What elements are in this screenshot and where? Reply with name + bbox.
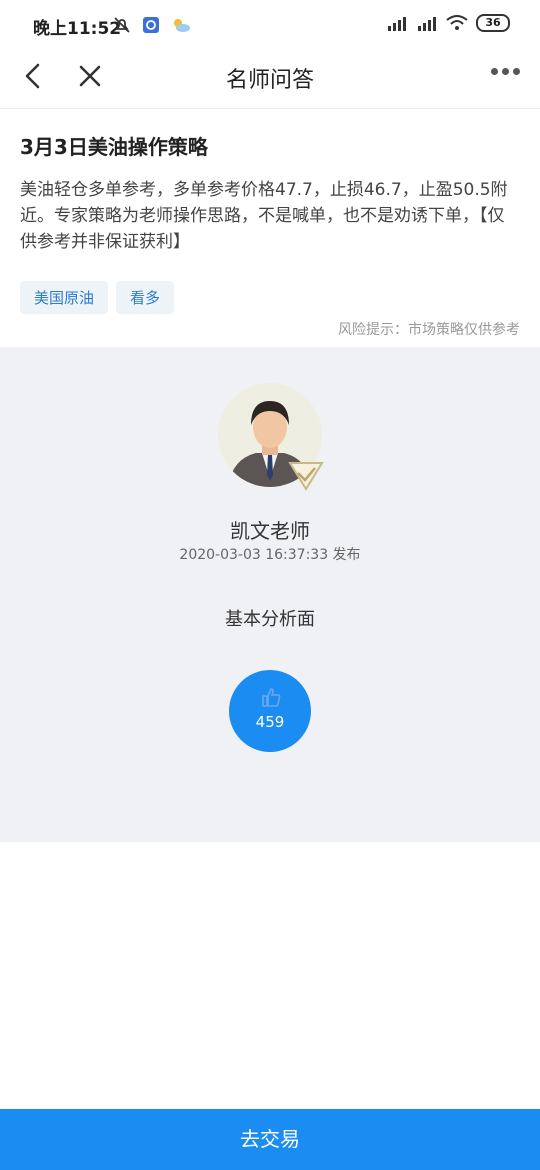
analysis-section-label: 基本分析面	[225, 609, 315, 630]
weather-icon	[174, 19, 190, 32]
tag-bullish[interactable]: 看多	[116, 281, 175, 314]
go-trade-button[interactable]: 去交易	[0, 1109, 540, 1170]
page-title: 名师问答	[225, 68, 314, 93]
thumbs-up-icon	[262, 688, 281, 707]
app-notification-icon	[143, 17, 159, 33]
strategy-card: 3月3日美油操作策略 美油轻仓多单参考，多单参考价格47.7，止损46.7，止盈…	[0, 109, 540, 347]
risk-notice: 风险提示：市场策略仅供参考	[338, 322, 520, 338]
tag-crude-oil[interactable]: 美国原油	[20, 281, 109, 314]
teacher-panel: 凯文老师 2020-03-03 16:37:33 发布 基本分析面 459	[0, 347, 540, 842]
tag-list: 美国原油 看多	[20, 281, 175, 314]
like-button[interactable]: 459	[229, 670, 311, 752]
status-bar: 晚上11:52 36	[0, 0, 540, 50]
alarm-off-icon	[114, 17, 130, 33]
status-icons-left	[112, 15, 192, 35]
strategy-title: 3月3日美油操作策略	[20, 135, 208, 159]
navigation-bar: 名师问答	[0, 50, 540, 109]
wifi-icon	[446, 15, 468, 30]
publish-time: 2020-03-03 16:37:33 发布	[179, 547, 361, 563]
teacher-name: 凯文老师	[230, 519, 310, 543]
signal-hd-icon	[388, 17, 406, 31]
like-count: 459	[255, 713, 285, 731]
more-options-icon[interactable]	[491, 68, 520, 75]
strategy-body: 美油轻仓多单参考，多单参考价格47.7，止损46.7，止盈50.5附近。专家策略…	[20, 180, 508, 252]
verified-badge-icon	[288, 462, 324, 491]
battery-icon: 36	[476, 14, 510, 32]
signal-icon	[418, 17, 436, 31]
status-time: 晚上11:52	[33, 19, 122, 39]
status-icons-right: 36	[386, 14, 510, 32]
